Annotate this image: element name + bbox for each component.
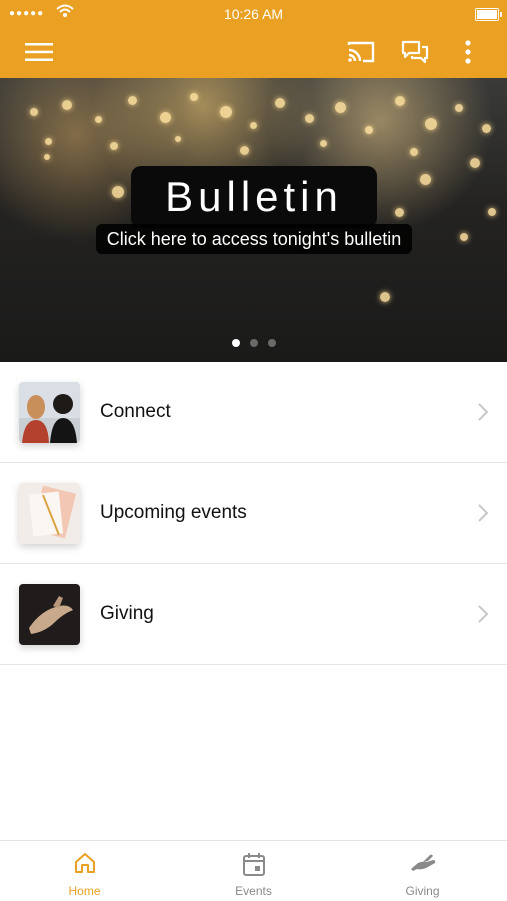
menu-item-label: Giving [100,603,154,624]
tab-giving[interactable]: Giving [338,841,507,901]
cast-button[interactable] [343,34,379,70]
chat-bubbles-icon [401,40,429,64]
cast-icon [347,41,375,63]
pager-dot-2[interactable] [249,339,258,347]
status-bar: ●●●●● 10:26 AM [0,0,507,28]
tab-events[interactable]: Events [169,841,338,901]
bulletin-banner[interactable]: Bulletin Click here to access tonight's … [0,78,507,362]
chat-button[interactable] [397,34,433,70]
more-options-button[interactable] [450,34,486,70]
carousel-pager[interactable] [0,334,507,352]
app-header: ●●●●● 10:26 AM [0,0,507,78]
chevron-right-icon [478,605,489,623]
pager-dot-1[interactable] [231,339,240,347]
giving-hand-icon [410,854,435,871]
connect-thumbnail [19,382,80,443]
more-vertical-icon [465,40,471,64]
menu-item-connect[interactable]: Connect [0,362,507,463]
tab-home[interactable]: Home [0,841,169,901]
bottom-tab-bar: Home Events Giving [0,840,507,901]
chevron-right-icon [478,403,489,421]
banner-subtitle: Click here to access tonight's bulletin [96,224,412,254]
menu-item-upcoming-events[interactable]: Upcoming events [0,463,507,564]
tab-label: Events [235,884,272,898]
menu-button[interactable] [21,34,57,70]
tab-label: Giving [405,884,440,898]
menu-item-label: Connect [100,401,171,422]
menu-item-label: Upcoming events [100,502,247,523]
home-icon [74,853,95,873]
hamburger-menu-icon [25,43,53,61]
calendar-icon [242,853,265,876]
status-time: 10:26 AM [223,6,284,22]
menu-item-giving[interactable]: Giving [0,564,507,665]
tab-label: Home [68,884,101,898]
banner-title: Bulletin [131,166,377,228]
chevron-right-icon [478,504,489,522]
battery-icon [475,8,502,21]
home-menu-list: Connect Upcoming events Giving [0,362,507,665]
giving-thumbnail [19,584,80,645]
pager-dot-3[interactable] [267,339,276,347]
events-thumbnail [19,483,80,544]
